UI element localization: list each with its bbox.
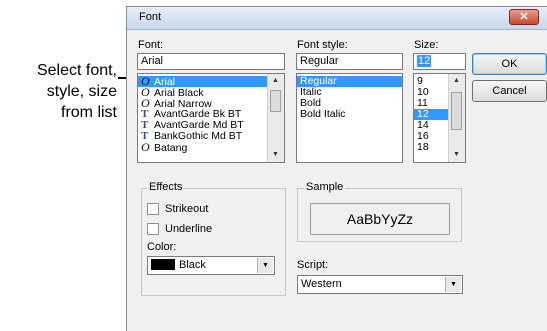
sample-title: Sample — [304, 181, 346, 193]
list-item[interactable]: T BankGothic Md BT — [138, 131, 284, 142]
size-input[interactable]: 12 — [413, 53, 466, 70]
font-dialog: Font ✕ Font: Arial O Arial O Arial Black O Ar… — [126, 6, 547, 331]
script-value: Western — [301, 278, 342, 290]
list-item[interactable]: O Batang — [138, 140, 284, 154]
list-item[interactable]: O Arial Black — [138, 86, 284, 99]
size-input-value: 12 — [417, 55, 432, 67]
scroll-thumb[interactable] — [270, 90, 281, 112]
dialog-title: Font — [139, 11, 162, 23]
strikeout-checkbox[interactable] — [147, 203, 159, 215]
strikeout-label: Strikeout — [165, 203, 209, 215]
callout-line: style, size — [46, 83, 117, 100]
color-label: Color: — [147, 241, 177, 253]
font-style-label: Font style: — [297, 39, 348, 51]
list-item-label: Batang — [154, 142, 188, 154]
list-item-label: BankGothic Md BT — [154, 130, 243, 142]
list-item[interactable]: Bold Italic — [297, 109, 402, 120]
cancel-button[interactable]: Cancel — [472, 80, 547, 102]
font-input-value: Arial — [141, 55, 164, 67]
list-item-label: 18 — [417, 141, 429, 153]
opentype-icon: O — [141, 140, 150, 154]
font-style-input[interactable]: Regular — [296, 53, 403, 70]
effects-title: Effects — [147, 181, 185, 193]
color-value: Black — [179, 259, 206, 271]
color-select[interactable]: Black ▼ — [147, 256, 275, 275]
sample-preview: AaBbYyZz — [310, 203, 450, 235]
font-label: Font: — [138, 39, 164, 51]
scroll-down-icon[interactable]: ▼ — [449, 148, 464, 162]
list-item-label: Bold Italic — [300, 108, 346, 120]
font-style-list[interactable]: Regular Italic Bold Bold Italic — [296, 73, 403, 163]
underline-label: Underline — [165, 223, 213, 235]
color-swatch — [151, 259, 175, 270]
close-icon: ✕ — [519, 11, 529, 23]
title-bar: Font ✕ — [127, 7, 547, 30]
callout-text: Select font, style, size from list — [37, 60, 117, 123]
font-style-value: Regular — [300, 55, 339, 67]
close-button[interactable]: ✕ — [509, 9, 539, 25]
callout-line: Select font, — [36, 62, 117, 79]
size-label: Size: — [414, 39, 439, 51]
scroll-up-icon[interactable]: ▲ — [268, 74, 283, 88]
script-label: Script: — [297, 259, 329, 271]
list-item[interactable]: O Arial — [138, 75, 284, 88]
chevron-down-icon[interactable]: ▼ — [445, 277, 461, 292]
font-input[interactable]: Arial — [137, 53, 285, 70]
font-list[interactable]: O Arial O Arial Black O Arial Narrow T AvantGar… — [137, 73, 285, 163]
scroll-up-icon[interactable]: ▲ — [449, 74, 464, 88]
underline-checkbox[interactable] — [147, 223, 159, 235]
chevron-down-icon[interactable]: ▼ — [257, 258, 273, 273]
size-list[interactable]: 9 10 11 12 14 16 18 ▲ ▼ — [413, 73, 466, 163]
scroll-thumb[interactable] — [451, 92, 462, 130]
scroll-down-icon[interactable]: ▼ — [268, 148, 283, 162]
font-list-scrollbar[interactable]: ▲ ▼ — [267, 74, 284, 162]
script-select[interactable]: Western ▼ — [297, 275, 463, 294]
ok-button[interactable]: OK — [472, 53, 547, 75]
callout-line: from list — [61, 104, 117, 121]
size-list-scrollbar[interactable]: ▲ ▼ — [448, 74, 465, 162]
